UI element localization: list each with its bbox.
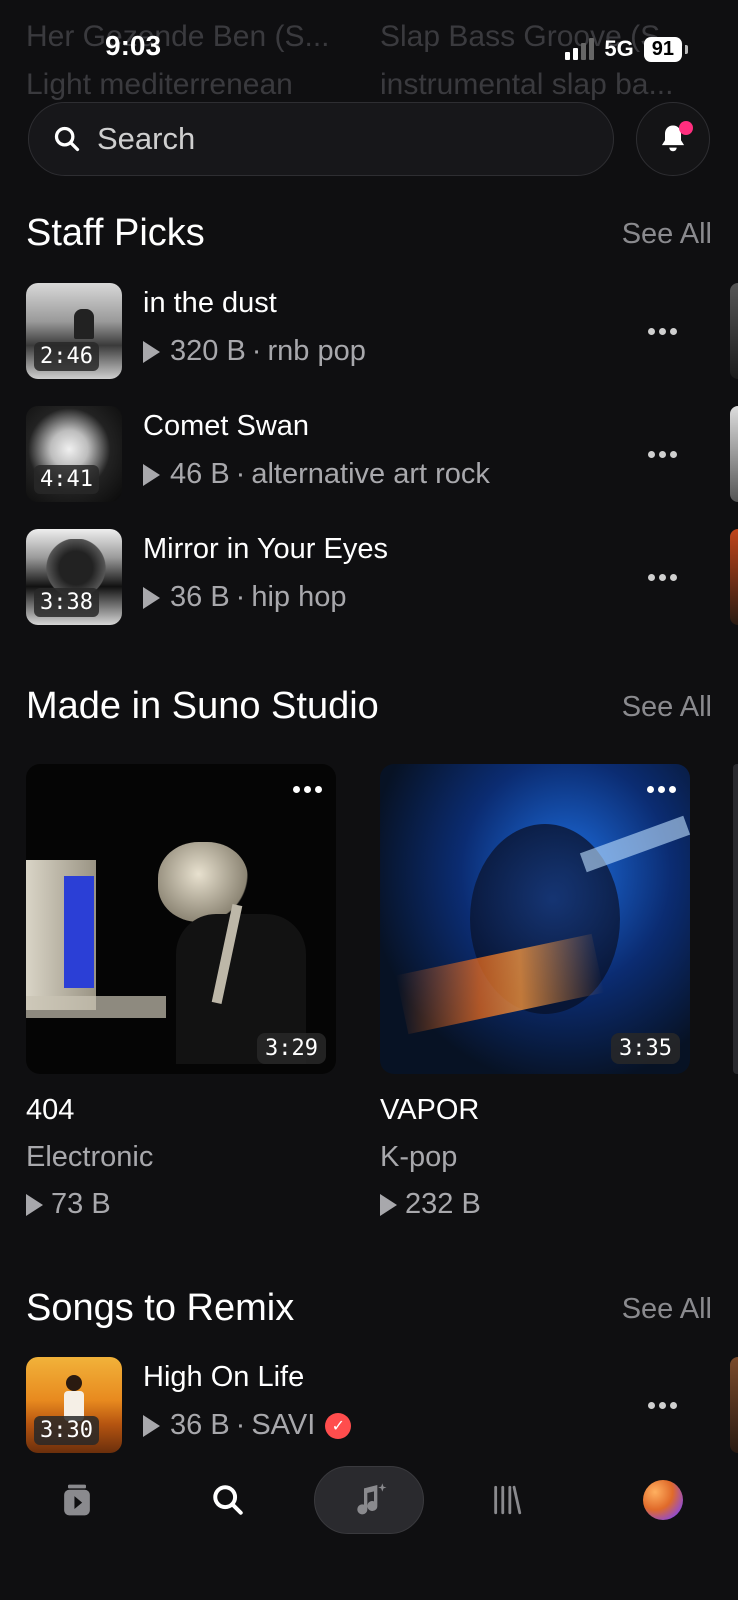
battery-icon: 91 <box>643 36 689 62</box>
song-title: Mirror in Your Eyes <box>143 533 388 565</box>
status-indicators: 5G 91 <box>565 36 689 62</box>
ghost-title-left: Her Gezende Ben (S... <box>26 20 330 53</box>
create-music-icon <box>357 1483 387 1515</box>
song-genre: K-pop <box>380 1141 458 1173</box>
studio-section-title: Made in Suno Studio <box>26 685 379 727</box>
tab-home[interactable] <box>52 1468 102 1532</box>
notification-badge <box>679 121 693 135</box>
song-artwork: 3:38 <box>26 529 122 625</box>
play-count-icon <box>143 1414 160 1437</box>
search-input[interactable]: Search <box>28 102 614 176</box>
search-icon <box>213 1485 243 1515</box>
song-plays: 73 B <box>26 1188 336 1221</box>
ghost-sub-right: instrumental slap ba... <box>380 68 674 101</box>
list-item[interactable]: 2:46 in the dust 320 B · rnb pop <box>26 283 738 379</box>
library-icon <box>494 1485 522 1515</box>
next-column-peek <box>730 529 738 625</box>
network-type: 5G <box>604 36 634 61</box>
duration-badge: 3:29 <box>257 1033 326 1064</box>
tab-bar <box>0 1456 738 1600</box>
list-item[interactable]: 4:41 Comet Swan 46 B · alternative art r… <box>26 406 738 502</box>
song-artwork: 3:29 <box>26 764 336 1074</box>
song-title: in the dust <box>143 287 277 319</box>
play-count-icon <box>143 340 160 363</box>
play-count: 232 B <box>405 1188 481 1220</box>
remix-section-title: Songs to Remix <box>26 1287 295 1329</box>
search-placeholder: Search <box>97 121 196 156</box>
more-options-icon[interactable] <box>642 563 682 591</box>
studio-see-all[interactable]: See All <box>622 691 712 724</box>
play-count: 36 B <box>170 581 230 613</box>
play-count: 73 B <box>51 1188 111 1220</box>
play-count-icon <box>26 1193 43 1216</box>
duration-badge: 4:41 <box>34 465 99 494</box>
library-play-icon <box>64 1484 90 1516</box>
tab-search[interactable] <box>203 1468 253 1532</box>
song-genre: Electronic <box>26 1141 154 1173</box>
song-meta: 46 B · alternative art rock <box>143 458 490 491</box>
profile-avatar <box>643 1480 683 1520</box>
next-column-peek <box>730 406 738 502</box>
song-artwork: 4:41 <box>26 406 122 502</box>
song-meta: 36 B · hip hop <box>143 581 347 614</box>
duration-badge: 3:30 <box>34 1416 99 1445</box>
remix-see-all[interactable]: See All <box>622 1293 712 1326</box>
ghost-sub-left: Light mediterrenean <box>26 68 293 101</box>
play-count: 36 B <box>170 1409 230 1441</box>
play-count-icon <box>380 1193 397 1216</box>
status-time: 9:03 <box>105 30 162 61</box>
separator: · <box>235 458 246 490</box>
signal-icon <box>565 38 595 60</box>
play-count: 46 B <box>170 458 230 490</box>
notifications-button[interactable] <box>636 102 710 176</box>
song-plays: 232 B <box>380 1188 690 1221</box>
song-card[interactable]: 3:35 VAPOR K-pop 232 B <box>380 764 690 1221</box>
more-options-icon[interactable] <box>642 1391 682 1419</box>
separator: · <box>235 581 246 613</box>
next-card-peek <box>733 764 738 1074</box>
more-options-icon[interactable] <box>647 786 676 793</box>
song-genre: hip hop <box>251 581 347 613</box>
staff-picks-see-all[interactable]: See All <box>622 218 712 251</box>
play-count-icon <box>143 463 160 486</box>
next-column-peek <box>730 283 738 379</box>
more-options-icon[interactable] <box>642 440 682 468</box>
song-title: Comet Swan <box>143 410 310 442</box>
song-artwork: 3:30 <box>26 1357 122 1453</box>
song-artwork: 2:46 <box>26 283 122 379</box>
list-item[interactable]: 3:38 Mirror in Your Eyes 36 B · hip hop <box>26 529 738 625</box>
separator: · <box>251 335 262 367</box>
verified-icon: ✓ <box>325 1412 352 1439</box>
play-count: 320 B <box>170 335 246 367</box>
more-options-icon[interactable] <box>293 786 322 793</box>
tab-library[interactable] <box>482 1468 532 1532</box>
next-column-peek <box>730 1357 738 1453</box>
search-icon <box>54 126 80 152</box>
separator: · <box>235 1409 246 1441</box>
artist-name[interactable]: SAVI <box>251 1409 315 1442</box>
song-meta: 320 B · rnb pop <box>143 335 366 368</box>
duration-badge: 3:38 <box>34 588 99 617</box>
song-meta: 36 B · SAVI ✓ <box>143 1409 352 1442</box>
song-title: 404 <box>26 1094 75 1126</box>
duration-badge: 3:35 <box>611 1033 680 1064</box>
song-artwork: 3:35 <box>380 764 690 1074</box>
tab-create[interactable] <box>314 1466 424 1534</box>
song-title: VAPOR <box>380 1094 480 1126</box>
list-item[interactable]: 3:30 High On Life 36 B · SAVI ✓ <box>26 1357 738 1453</box>
duration-badge: 2:46 <box>34 342 99 371</box>
more-options-icon[interactable] <box>642 317 682 345</box>
song-card[interactable]: 3:29 404 Electronic 73 B <box>26 764 336 1221</box>
play-count-icon <box>143 586 160 609</box>
song-genre: rnb pop <box>267 335 366 367</box>
staff-picks-title: Staff Picks <box>26 212 205 254</box>
tab-profile[interactable] <box>638 1468 688 1532</box>
song-genre: alternative art rock <box>251 458 490 490</box>
song-title: High On Life <box>143 1361 305 1393</box>
